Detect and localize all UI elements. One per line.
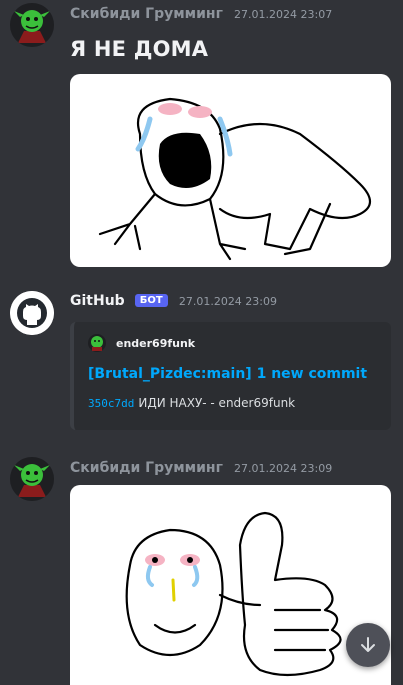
author-name[interactable]: Скибиди Грумминг [70,460,223,476]
timestamp: 27.01.2024 23:09 [178,295,278,308]
user-avatar[interactable] [10,457,54,501]
commit-hash-link[interactable]: 350c7dd [88,397,134,410]
timestamp: 27.01.2024 23:09 [234,462,333,475]
bot-badge: БОТ [134,294,168,307]
embed-author-name: ender69funk [116,336,196,350]
goblin-avatar-icon [10,3,54,47]
timestamp: 27.01.2024 23:07 [234,8,333,21]
crying-thumbs-up-image [125,511,342,677]
message-header: Скибиди Грумминг 27.01.2024 23:07 [70,3,332,22]
message-image[interactable] [70,485,391,685]
github-embed: ender69funk [Brutal_Pizdec:main] 1 new c… [70,322,391,430]
message-image[interactable] [70,74,391,267]
github-icon [10,291,54,335]
bot-avatar[interactable] [10,291,54,335]
commit-line: 350c7dd ИДИ НАХУ- - ender69funk [88,396,295,410]
arrow-down-icon [361,637,375,652]
embed-author[interactable]: ender69funk [88,334,195,352]
author-name[interactable]: Скибиди Грумминг [70,6,223,22]
author-name[interactable]: GitHub [70,293,125,309]
scroll-to-bottom-button[interactable] [346,623,390,667]
embed-author-avatar-icon [88,334,106,352]
commit-message: ИДИ НАХУ- - ender69funk [138,396,296,410]
message-text: Я НЕ ДОМА [70,37,209,61]
embed-title-link[interactable]: [Brutal_Pizdec:main] 1 new commit [88,366,367,382]
goblin-avatar-icon [10,457,54,501]
message-header: Скибиди Грумминг 27.01.2024 23:09 [70,457,332,476]
message-header: GitHub БОТ 27.01.2024 23:09 [70,290,277,309]
user-avatar[interactable] [10,3,54,47]
crying-creature-image [98,97,372,261]
